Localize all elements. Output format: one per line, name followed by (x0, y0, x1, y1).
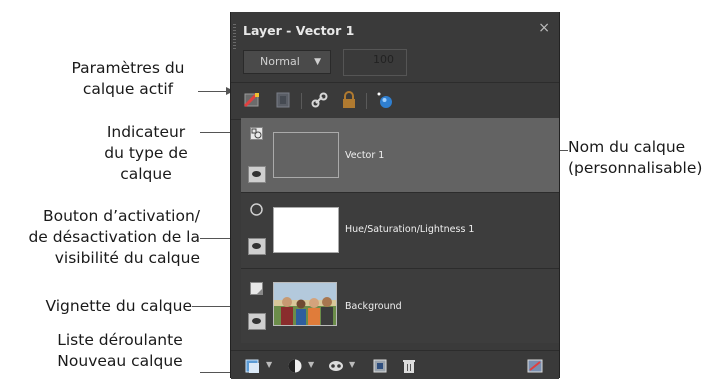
visibility-eye-icon[interactable] (248, 313, 266, 330)
adjustment-layer-icon (250, 203, 263, 216)
layer-thumbnail (273, 282, 337, 326)
toolbar-separator (366, 93, 367, 109)
link-icon[interactable] (311, 91, 329, 109)
layer-thumbnail (273, 132, 339, 178)
annotation-new-layer: Liste déroulante Nouveau calque (57, 331, 183, 370)
layer-mask-icon[interactable] (274, 91, 292, 109)
annotation-line (200, 372, 232, 373)
close-icon[interactable]: × (538, 20, 550, 36)
new-adjustment-icon[interactable] (287, 358, 303, 374)
refine-icon[interactable] (376, 91, 394, 109)
layer-name[interactable]: Vector 1 (345, 150, 384, 161)
blend-mode-dropdown[interactable]: Normal ▼ (243, 50, 331, 74)
promote-icon[interactable] (372, 358, 388, 374)
chevron-down-icon[interactable]: ▼ (308, 360, 314, 369)
layer-name[interactable]: Background (345, 301, 402, 312)
layer-row-adjustment[interactable]: Hue/Saturation/Lightness 1 (241, 192, 559, 269)
layer-thumbnail (273, 207, 339, 253)
vector-layer-icon (250, 127, 263, 140)
properties-icon[interactable] (527, 358, 543, 374)
annotation-layer-name: Nom du calque (personnalisable) (568, 138, 703, 177)
layers-panel: Layer - Vector 1 × Normal ▼ 100 Vector 1… (230, 12, 560, 379)
panel-grip[interactable] (233, 24, 236, 50)
blend-mode-value: Normal (260, 55, 300, 68)
toolbar-separator (301, 93, 302, 109)
layers-bottom-toolbar: ▼ ▼ ▼ (231, 350, 559, 379)
annotation-active-params: Paramètres du calque actif (71, 59, 185, 98)
annotation-line (198, 91, 226, 92)
visibility-eye-icon[interactable] (248, 238, 266, 255)
layer-row-vector[interactable]: Vector 1 (241, 118, 559, 192)
chevron-down-icon[interactable]: ▼ (349, 360, 355, 369)
opacity-field[interactable]: 100 (343, 49, 407, 76)
layer-row-background[interactable]: Background (241, 268, 559, 343)
annotation-thumbnail: Vignette du calque (45, 297, 192, 315)
delete-icon[interactable] (401, 358, 417, 374)
new-layer-icon[interactable] (245, 358, 261, 374)
layer-properties-icon[interactable] (243, 91, 261, 109)
visibility-eye-icon[interactable] (248, 166, 266, 183)
annotation-type-indicator: Indicateur du type de calque (104, 123, 188, 183)
lock-icon[interactable] (340, 91, 358, 109)
chevron-down-icon[interactable]: ▼ (266, 360, 272, 369)
annotation-visibility: Bouton d’activation/ de désactivation de… (28, 207, 200, 267)
layer-name[interactable]: Hue/Saturation/Lightness 1 (345, 224, 474, 235)
new-mask-icon[interactable] (328, 358, 344, 374)
chevron-down-icon: ▼ (314, 57, 321, 67)
raster-layer-icon (250, 282, 263, 295)
opacity-value: 100 (373, 53, 394, 66)
layer-toolbar (231, 82, 559, 120)
panel-title: Layer - Vector 1 (243, 23, 355, 38)
